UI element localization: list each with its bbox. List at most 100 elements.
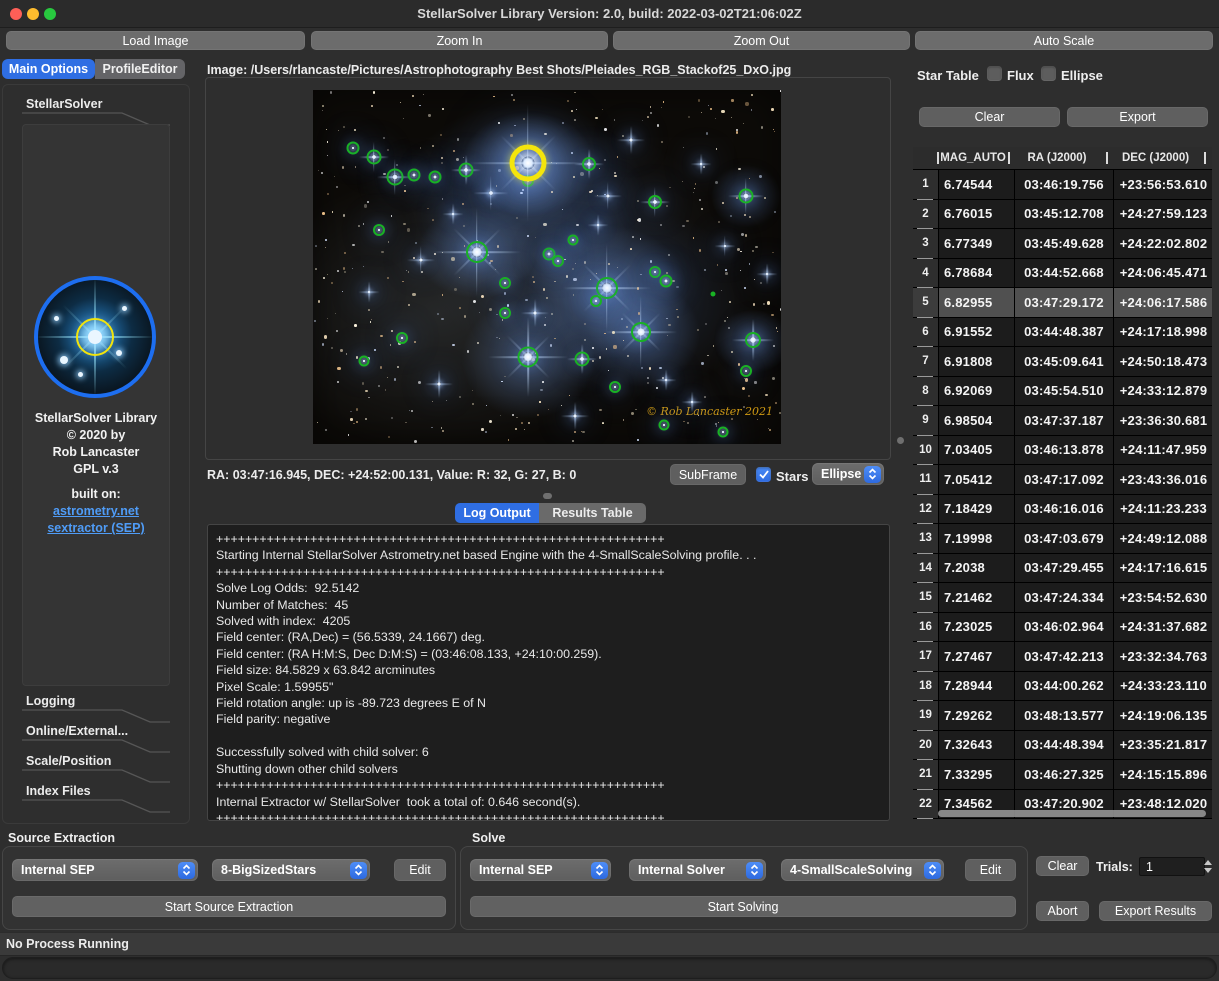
table-row[interactable]: 46.7868403:44:52.668+24:06:45.471 xyxy=(913,259,1212,289)
section-logging[interactable]: Logging xyxy=(26,694,75,708)
star xyxy=(498,169,501,172)
table-cell: +23:32:34.763 xyxy=(1114,642,1212,671)
table-row[interactable]: 26.7601503:45:12.708+24:27:59.123 xyxy=(913,200,1212,230)
tab-log-output[interactable]: Log Output xyxy=(455,503,539,523)
section-index-files[interactable]: Index Files xyxy=(26,784,91,798)
table-row[interactable]: 56.8295503:47:29.172+24:06:17.586 xyxy=(913,288,1212,318)
table-row[interactable]: 96.9850403:47:37.187+23:36:30.681 xyxy=(913,406,1212,436)
table-row[interactable]: 76.9180803:45:09.641+24:50:18.473 xyxy=(913,347,1212,377)
subframe-button[interactable]: SubFrame xyxy=(670,464,746,485)
table-row[interactable]: 207.3264303:44:48.394+23:35:21.817 xyxy=(913,731,1212,761)
table-row[interactable]: 217.3329503:46:27.325+24:15:15.896 xyxy=(913,760,1212,790)
column-header-mag[interactable]: MAG_AUTO xyxy=(938,152,1008,164)
star xyxy=(343,214,346,217)
table-row[interactable]: 137.1999803:47:03.679+24:49:12.088 xyxy=(913,524,1212,554)
star xyxy=(575,263,576,264)
star xyxy=(623,419,624,420)
image-canvas[interactable]: © Rob Lancaster 2021 xyxy=(313,90,781,444)
star xyxy=(683,147,684,148)
flux-checkbox[interactable] xyxy=(987,66,1002,81)
splitter-handle[interactable] xyxy=(543,493,552,499)
trials-input[interactable]: 1 xyxy=(1139,857,1205,876)
star xyxy=(368,309,370,311)
table-row[interactable]: 167.2302503:46:02.964+24:31:37.682 xyxy=(913,613,1212,643)
table-cell: 03:47:24.334 xyxy=(1015,583,1114,612)
clear-table-button[interactable]: Clear xyxy=(919,107,1060,127)
clear-session-button[interactable]: Clear xyxy=(1036,856,1089,876)
star xyxy=(631,412,634,415)
star xyxy=(511,94,513,96)
star xyxy=(459,277,460,278)
table-row[interactable]: 197.2926203:48:13.577+24:19:06.135 xyxy=(913,701,1212,731)
star xyxy=(513,99,515,101)
sextractor-link[interactable]: sextractor (SEP) xyxy=(23,521,169,535)
edit-extraction-profile-button[interactable]: Edit xyxy=(394,859,446,881)
column-header-ra[interactable]: RA (J2000) xyxy=(1008,152,1106,164)
section-online-external[interactable]: Online/External... xyxy=(26,724,128,738)
solve-profile-select[interactable]: 4-SmallScaleSolving xyxy=(781,859,944,881)
table-row[interactable]: 117.0541203:47:17.092+23:43:36.016 xyxy=(913,465,1212,495)
load-image-button[interactable]: Load Image xyxy=(6,31,305,50)
export-results-button[interactable]: Export Results xyxy=(1099,901,1212,921)
solver-select[interactable]: Internal Solver xyxy=(629,859,766,881)
table-row[interactable]: 147.203803:47:29.455+24:17:16.615 xyxy=(913,554,1212,584)
extraction-method-select[interactable]: Internal SEP xyxy=(12,859,198,881)
spinner-down-icon[interactable] xyxy=(1204,868,1212,873)
auto-scale-button[interactable]: Auto Scale xyxy=(915,31,1213,50)
log-line: Pixel Scale: 1.59955" xyxy=(208,679,889,695)
stars-checkbox[interactable] xyxy=(756,467,771,482)
star xyxy=(380,366,382,368)
star xyxy=(647,116,649,118)
trials-stepper[interactable] xyxy=(1202,854,1214,878)
star xyxy=(437,313,440,316)
extraction-profile-select[interactable]: 8-BigSizedStars xyxy=(212,859,370,881)
start-solving-button[interactable]: Start Solving xyxy=(470,896,1016,917)
log-output[interactable]: ++++++++++++++++++++++++++++++++++++++++… xyxy=(207,524,890,821)
edit-solve-profile-button[interactable]: Edit xyxy=(965,859,1016,881)
table-cell: 9 xyxy=(913,406,939,435)
image-path-label: Image: /Users/rlancaste/Pictures/Astroph… xyxy=(207,63,791,77)
table-row[interactable]: 36.7734903:45:49.628+24:22:02.802 xyxy=(913,229,1212,259)
star xyxy=(331,347,333,349)
tab-results-table[interactable]: Results Table xyxy=(539,503,646,523)
star xyxy=(516,417,518,419)
star xyxy=(334,176,335,177)
export-table-button[interactable]: Export xyxy=(1067,107,1208,127)
horizontal-scrollbar-thumb[interactable] xyxy=(938,810,1206,817)
table-row[interactable]: 177.2746703:47:42.213+23:32:34.763 xyxy=(913,642,1212,672)
table-row[interactable]: 66.9155203:44:48.387+24:17:18.998 xyxy=(913,318,1212,348)
table-row[interactable]: 127.1842903:46:16.016+24:11:23.233 xyxy=(913,495,1212,525)
column-header-dec[interactable]: DEC (J2000) xyxy=(1106,152,1205,164)
spinner-up-icon[interactable] xyxy=(1204,860,1212,865)
star xyxy=(381,251,383,253)
table-row[interactable]: 16.7454403:46:19.756+23:56:53.610 xyxy=(913,170,1212,200)
ellipse-checkbox[interactable] xyxy=(1041,66,1056,81)
tab-profile-editor[interactable]: ProfileEditor xyxy=(95,59,185,79)
start-source-extraction-button[interactable]: Start Source Extraction xyxy=(12,896,446,917)
section-stellarsolver[interactable]: StellarSolver xyxy=(26,97,102,111)
zoom-out-button[interactable]: Zoom Out xyxy=(613,31,910,50)
table-row[interactable]: 157.2146203:47:24.334+23:54:52.630 xyxy=(913,583,1212,613)
section-scale-position[interactable]: Scale/Position xyxy=(26,754,111,768)
table-row[interactable]: 187.2894403:44:00.262+24:33:23.110 xyxy=(913,672,1212,702)
star xyxy=(573,278,576,281)
star xyxy=(614,172,616,174)
abort-button[interactable]: Abort xyxy=(1036,901,1089,921)
star xyxy=(743,123,744,124)
table-row[interactable]: 86.9206903:45:54.510+24:33:12.879 xyxy=(913,377,1212,407)
panel-splitter-handle[interactable] xyxy=(897,437,904,444)
table-cell: +24:49:12.088 xyxy=(1114,524,1212,553)
tab-main-options[interactable]: Main Options xyxy=(2,59,95,79)
star xyxy=(760,282,762,284)
solve-extractor-select[interactable]: Internal SEP xyxy=(470,859,611,881)
star xyxy=(512,414,514,416)
table-cell: 7.33295 xyxy=(939,760,1015,789)
astrometry-link[interactable]: astrometry.net xyxy=(23,504,169,518)
marker-style-select[interactable]: Ellipse xyxy=(812,463,884,485)
table-row[interactable]: 107.0340503:46:13.878+24:11:47.959 xyxy=(913,436,1212,466)
star xyxy=(391,330,393,332)
star xyxy=(346,353,347,354)
star xyxy=(432,401,433,402)
star xyxy=(380,335,383,338)
zoom-in-button[interactable]: Zoom In xyxy=(311,31,608,50)
